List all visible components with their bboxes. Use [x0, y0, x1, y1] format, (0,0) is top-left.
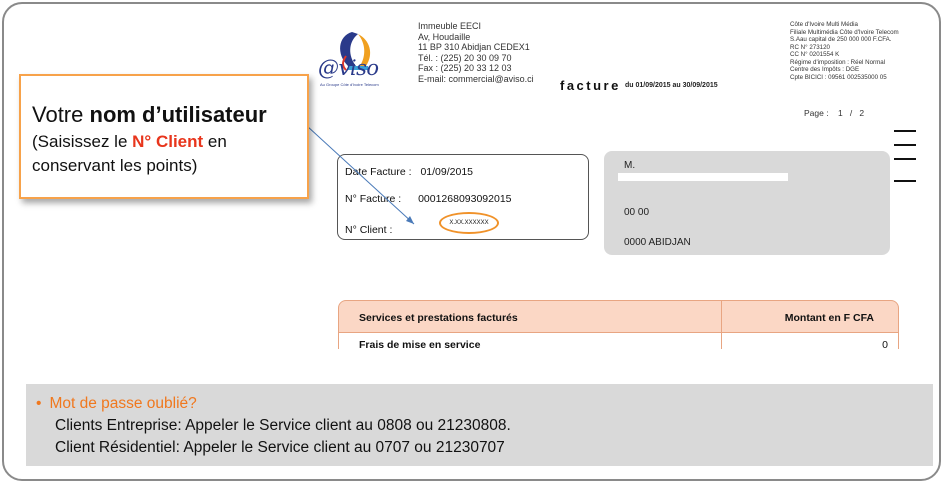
callout-highlight: N° Client — [132, 132, 204, 151]
help-panel: • Mot de passe oublié? Clients Entreprise… — [26, 384, 933, 466]
company-line: CC N° 0201554 K — [790, 51, 840, 58]
client-number-row: N° Client : — [345, 224, 392, 236]
invoice-number-row: N° Facture : 0001268093092015 — [345, 193, 512, 205]
logo-wordmark: @viso — [318, 56, 379, 80]
company-line: Régime d'imposition : Réel Normal — [790, 58, 886, 66]
page-separator: / — [849, 108, 853, 118]
invoice-period: du 01/09/2015 au 30/09/2015 — [625, 82, 718, 89]
recipient-line: 00 00 — [624, 207, 650, 218]
column-divider — [721, 301, 722, 332]
recipient-title: M. — [624, 160, 636, 171]
invoice-date-row: Date Facture : 01/09/2015 — [345, 166, 473, 178]
address-line: E-mail: commercial@aviso.ci — [418, 73, 534, 84]
company-line: Centre des Impôts : DGE — [790, 66, 860, 73]
invoice-document: @viso Au Groupe Côte d'Ivoire Telecom Im… — [310, 12, 916, 349]
callout-title-bold: nom d’utilisateur — [89, 102, 267, 127]
address-line: Tél. : (225) 20 30 09 70 — [418, 52, 512, 63]
company-line: Côte d'Ivoire Multi Média — [790, 21, 858, 28]
invoice-info-box: Date Facture : 01/09/2015 N° Facture : 0… — [337, 154, 589, 240]
row-amount: 0 — [882, 339, 888, 349]
callout-title-prefix: Votre — [32, 102, 84, 127]
callout-instruction-line2: conservant les points) — [32, 156, 198, 175]
logo-tagline: Au Groupe Côte d'Ivoire Telecom — [320, 82, 379, 87]
company-line: RC N° 273120 — [790, 43, 830, 51]
callout-sub-prefix: (Saisissez le — [32, 132, 128, 151]
invoice-number-label: N° Facture : — [345, 193, 402, 205]
table-header: Services et prestations facturés Montant… — [338, 300, 899, 333]
client-number-highlight: X.XX.XXXXXX — [439, 212, 499, 234]
address-line: Av, Houdaille — [418, 31, 471, 42]
sender-address: Immeuble EECI Av, Houdaille 11 BP 310 Ab… — [418, 21, 534, 85]
callout-sub-suffix: en — [207, 132, 227, 151]
company-line: Cpte BICICI : 09561 002535000 05 — [790, 73, 887, 81]
barcode-marks — [894, 130, 916, 194]
forgot-password-heading: • Mot de passe oublié? — [36, 395, 197, 413]
table-row: Frais de mise en service 0 — [338, 333, 899, 349]
company-line: Filiale Multimédia Côte d'Ivoire Telecom — [790, 28, 899, 36]
address-line: Immeuble EECI — [418, 21, 482, 31]
residential-contact: Client Résidentiel: Appeler le Service c… — [55, 439, 505, 456]
recipient-box: M. 00 00 0000 ABIDJAN — [604, 151, 890, 255]
username-callout: Votre nom d’utilisateur (Saisissez le N°… — [19, 74, 309, 199]
invoice-title: facture — [560, 78, 621, 93]
mark — [894, 144, 916, 146]
mark — [894, 158, 916, 160]
redacted-name — [618, 173, 788, 181]
callout-instruction: (Saisissez le N° Client en — [32, 132, 227, 152]
row-label: Frais de mise en service — [359, 339, 481, 349]
column-header-amount: Montant en F CFA — [784, 312, 874, 324]
recipient-city: 0000 ABIDJAN — [624, 237, 691, 248]
invoice-date-label: Date Facture : — [345, 166, 412, 178]
bullet-icon: • — [36, 395, 42, 412]
mark — [894, 130, 916, 132]
forgot-password-text: Mot de passe oublié? — [49, 395, 197, 412]
callout-title: Votre nom d’utilisateur — [32, 102, 267, 128]
company-details: Côte d'Ivoire Multi Média Filiale Multim… — [790, 21, 912, 81]
invoice-date-value: 01/09/2015 — [420, 166, 474, 178]
address-line: 11 BP 310 Abidjan CEDEX1 — [418, 42, 530, 53]
mark — [894, 180, 916, 182]
page-total: 2 — [859, 108, 865, 118]
company-line: S.Aau capital de 250 000 000 F.CFA. — [790, 36, 892, 43]
page-current: 1 — [838, 108, 843, 118]
invoice-number-value: 0001268093092015 — [418, 193, 512, 205]
address-line: Fax : (225) 20 33 12 03 — [418, 63, 512, 74]
services-table: Services et prestations facturés Montant… — [338, 300, 899, 349]
client-number-label: N° Client : — [345, 224, 393, 236]
enterprise-contact: Clients Entreprise: Appeler le Service c… — [55, 417, 511, 434]
slide-frame: @viso Au Groupe Côte d'Ivoire Telecom Im… — [2, 2, 941, 481]
column-header-services: Services et prestations facturés — [359, 312, 518, 324]
page-label: Page : — [804, 108, 829, 118]
page-indicator: Page : 1 / 2 — [804, 108, 864, 118]
column-divider — [721, 333, 722, 349]
